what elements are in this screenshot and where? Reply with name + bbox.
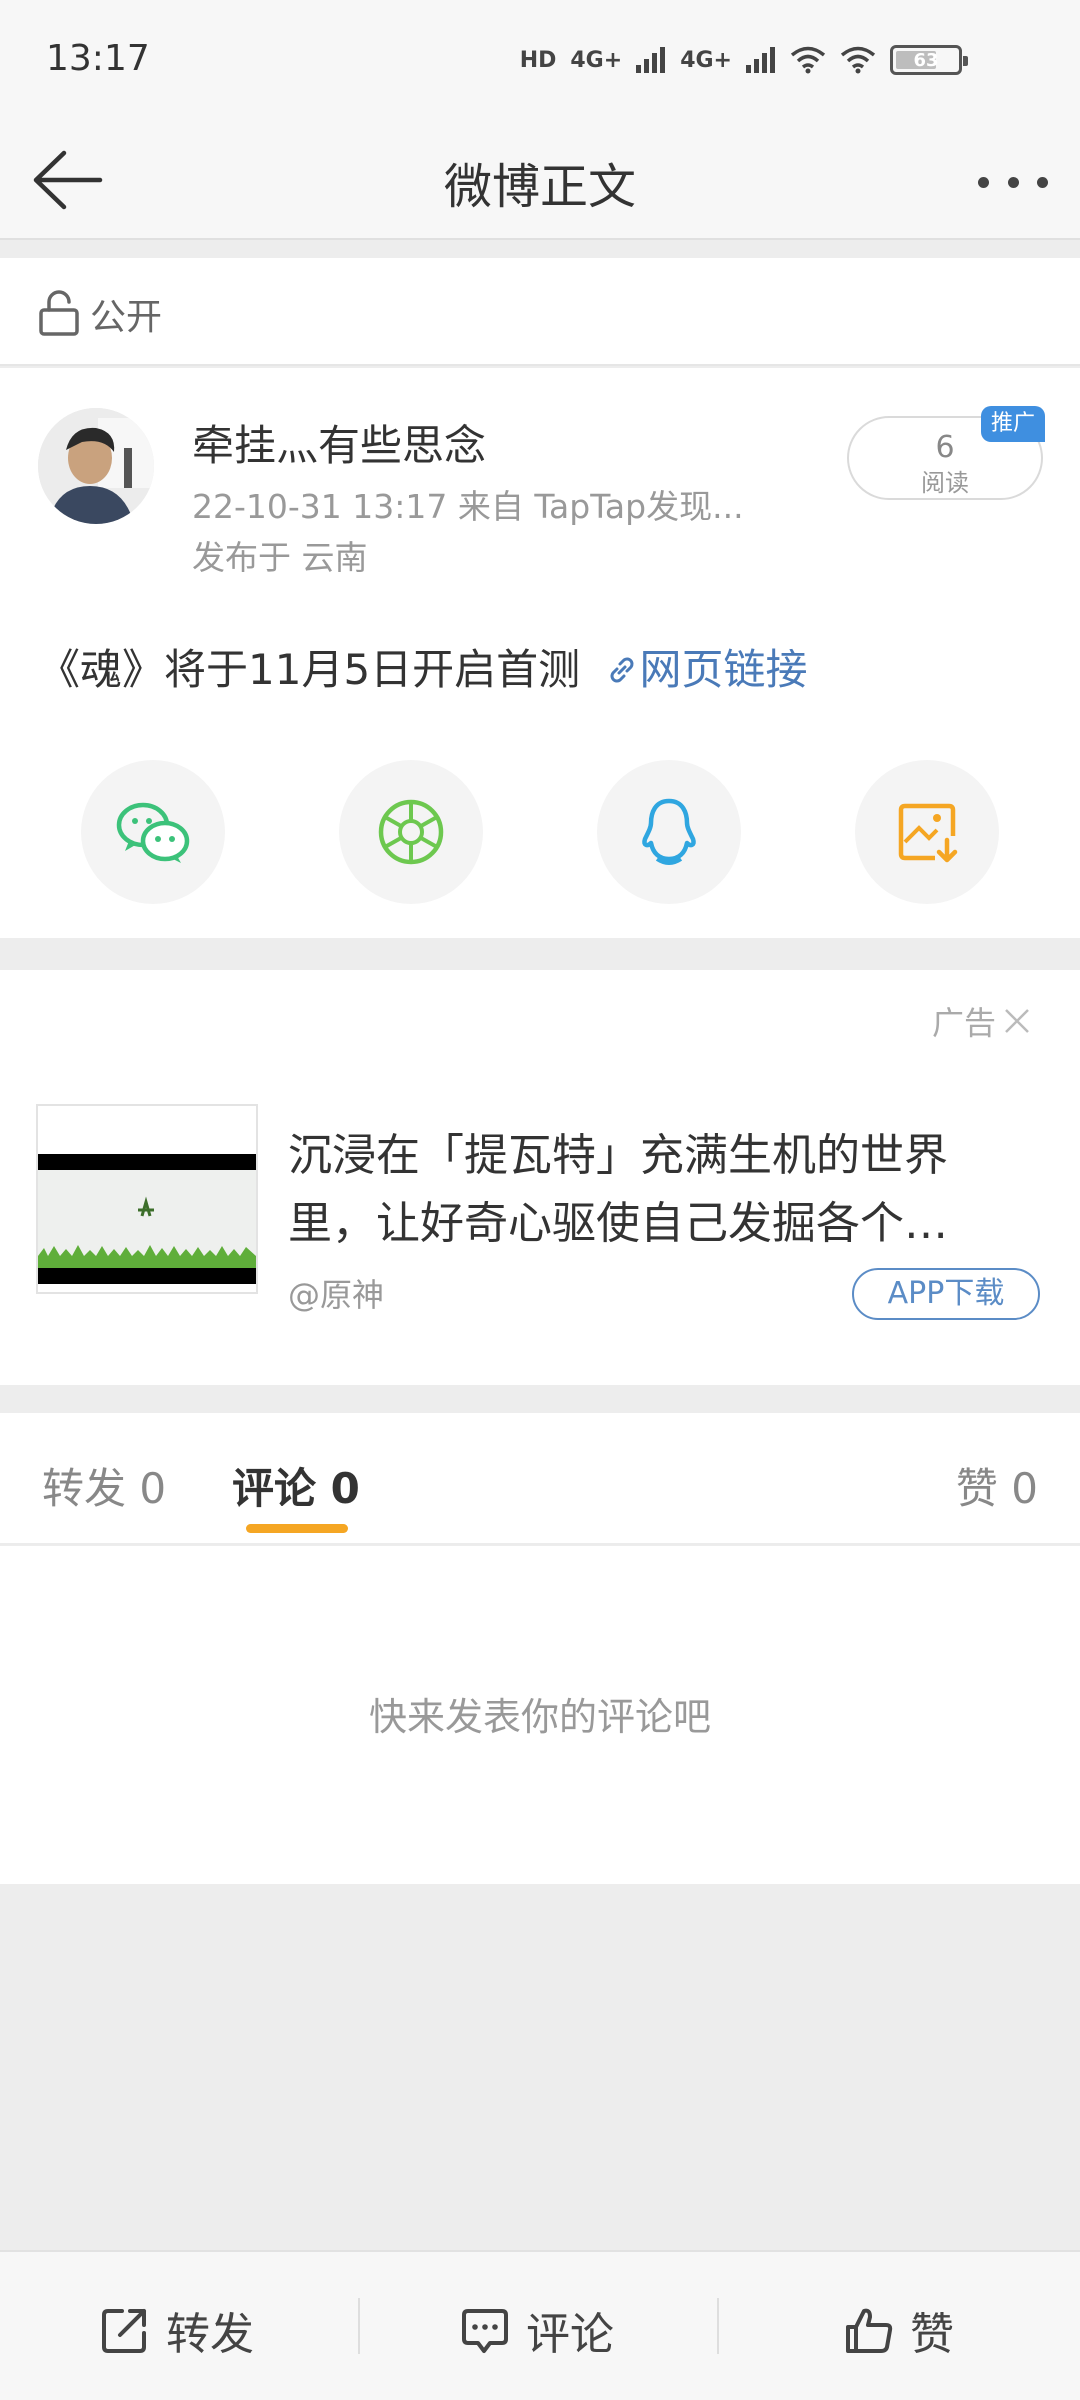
ad-title[interactable]: 沉浸在「提瓦特」充满生机的世界里，让好奇心驱使自己发掘各个… xyxy=(288,1122,1028,1258)
comment-label: 评论 xyxy=(526,2309,614,2360)
post-body: 《魂》将于11月5日开启首测 xyxy=(38,645,581,694)
thumbs-up-icon xyxy=(846,2308,893,2353)
app-download-button[interactable]: APP下载 xyxy=(852,1268,1040,1320)
signal-icon xyxy=(746,47,775,73)
empty-comments-text: 快来发表你的评论吧 xyxy=(368,1695,711,1739)
nav-bar: 微博正文 xyxy=(0,125,1080,240)
link-icon xyxy=(610,657,634,683)
wechat-icon xyxy=(116,802,190,863)
status-bar: 13:17 HD 4G+ 4G+ 63 xyxy=(0,0,1080,125)
signal-icon xyxy=(636,47,666,73)
visibility-row[interactable]: 公开 xyxy=(0,258,1080,366)
share-moments-button[interactable] xyxy=(339,760,483,904)
divider xyxy=(717,2298,719,2354)
divider xyxy=(358,2298,360,2354)
web-link[interactable]: 网页链接 xyxy=(594,645,808,694)
interaction-tabs: 转发 0 评论 0 赞 0 xyxy=(0,1413,1080,1545)
close-icon[interactable] xyxy=(1002,1006,1032,1036)
battery-level: 63 xyxy=(913,49,939,71)
tab-reposts[interactable]: 转发 0 xyxy=(42,1455,166,1516)
repost-label: 转发 xyxy=(166,2309,254,2360)
comment-button[interactable]: 评论 xyxy=(460,2298,614,2362)
save-image-icon xyxy=(898,803,958,863)
post-username[interactable]: 牵挂灬有些思念 xyxy=(192,412,486,473)
ad-thumbnail[interactable] xyxy=(36,1104,258,1294)
qq-icon xyxy=(642,798,696,865)
tab-comments[interactable]: 评论 0 xyxy=(232,1455,360,1516)
bottom-action-bar: 转发 评论 赞 xyxy=(0,2250,1080,2400)
visibility-label: 公开 xyxy=(90,297,163,338)
hd-indicator: HD xyxy=(519,47,557,73)
ad-source[interactable]: @原神 xyxy=(288,1270,384,1316)
like-button[interactable]: 赞 xyxy=(844,2298,954,2362)
share-qq-button[interactable] xyxy=(597,760,741,904)
network-indicator-1: 4G+ xyxy=(570,47,623,73)
active-tab-indicator xyxy=(246,1524,348,1533)
more-icon[interactable] xyxy=(978,173,1048,191)
wifi-icon xyxy=(840,46,876,74)
share-wechat-button[interactable] xyxy=(81,760,225,904)
moments-icon xyxy=(378,799,444,865)
post-card: 牵挂灬有些思念 22-10-31 13:17 来自 TapTap发现... 发布… xyxy=(0,368,1080,938)
wifi-icon xyxy=(790,46,826,74)
avatar[interactable] xyxy=(38,408,154,524)
ad-card[interactable]: 广告 沉浸在「提瓦特」充满生机的世界里，让好奇心驱使自己发掘各个… @原神 AP… xyxy=(0,970,1080,1385)
status-icons: HD 4G+ 4G+ 63 xyxy=(519,40,968,80)
read-label: 阅读 xyxy=(921,469,969,497)
save-image-button[interactable] xyxy=(855,760,999,904)
ad-label[interactable]: 广告 xyxy=(932,998,1032,1044)
post-text: 《魂》将于11月5日开启首测 网页链接 xyxy=(38,636,808,697)
network-indicator-2: 4G+ xyxy=(680,47,732,73)
repost-icon xyxy=(102,2309,146,2353)
comment-icon xyxy=(462,2309,508,2353)
web-link-text: 网页链接 xyxy=(639,645,808,694)
unlock-icon xyxy=(39,290,79,336)
repost-button[interactable]: 转发 xyxy=(100,2298,254,2362)
promo-tag: 推广 xyxy=(981,406,1045,442)
post-location: 发布于 云南 xyxy=(192,538,368,577)
comments-section: 快来发表你的评论吧 xyxy=(0,1546,1080,1884)
post-meta: 22-10-31 13:17 来自 TapTap发现... xyxy=(192,487,744,526)
ad-label-text: 广告 xyxy=(931,1004,996,1042)
tab-likes[interactable]: 赞 0 xyxy=(956,1455,1038,1516)
status-time: 13:17 xyxy=(46,38,150,79)
page-title: 微博正文 xyxy=(443,159,636,215)
battery-icon: 63 xyxy=(890,45,968,75)
like-label: 赞 xyxy=(910,2309,954,2360)
